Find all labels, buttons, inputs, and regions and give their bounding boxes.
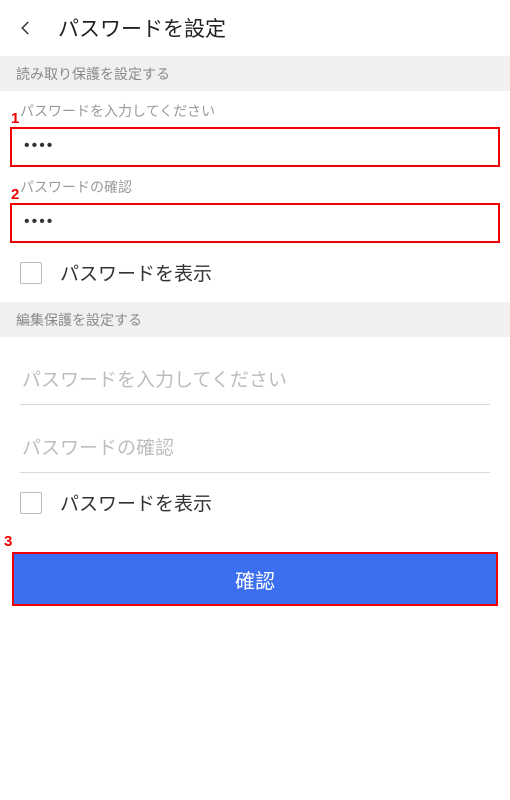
annotation-2: 2 [11, 187, 19, 202]
edit-show-password-checkbox[interactable] [20, 492, 42, 514]
read-password-block: パスワードを入力してください 1 [0, 91, 510, 167]
back-icon[interactable] [12, 14, 40, 42]
edit-password-input[interactable]: パスワードを入力してください [0, 337, 510, 404]
annotation-1: 1 [11, 111, 19, 126]
read-confirm-input-wrap: 2 [10, 203, 500, 243]
section-label-edit-protect: 編集保護を設定する [0, 302, 510, 337]
header: パスワードを設定 [0, 0, 510, 56]
confirm-button-wrap: 3 確認 [12, 552, 498, 606]
read-password-label: パスワードを入力してください [10, 91, 500, 127]
confirm-button[interactable]: 確認 [14, 554, 496, 604]
read-confirm-label: パスワードの確認 [10, 167, 500, 203]
read-confirm-block: パスワードの確認 2 [0, 167, 510, 243]
read-show-password-checkbox[interactable] [20, 262, 42, 284]
read-password-input[interactable] [12, 129, 498, 165]
annotation-3: 3 [4, 534, 12, 549]
read-show-password-row: パスワードを表示 [0, 243, 510, 302]
read-confirm-input[interactable] [12, 205, 498, 241]
edit-show-password-label: パスワードを表示 [60, 489, 212, 516]
edit-confirm-input[interactable]: パスワードの確認 [0, 405, 510, 472]
page-title: パスワードを設定 [58, 13, 226, 43]
edit-show-password-row: パスワードを表示 [0, 473, 510, 532]
section-label-read-protect: 読み取り保護を設定する [0, 56, 510, 91]
read-show-password-label: パスワードを表示 [60, 259, 212, 286]
read-password-input-wrap: 1 [10, 127, 500, 167]
